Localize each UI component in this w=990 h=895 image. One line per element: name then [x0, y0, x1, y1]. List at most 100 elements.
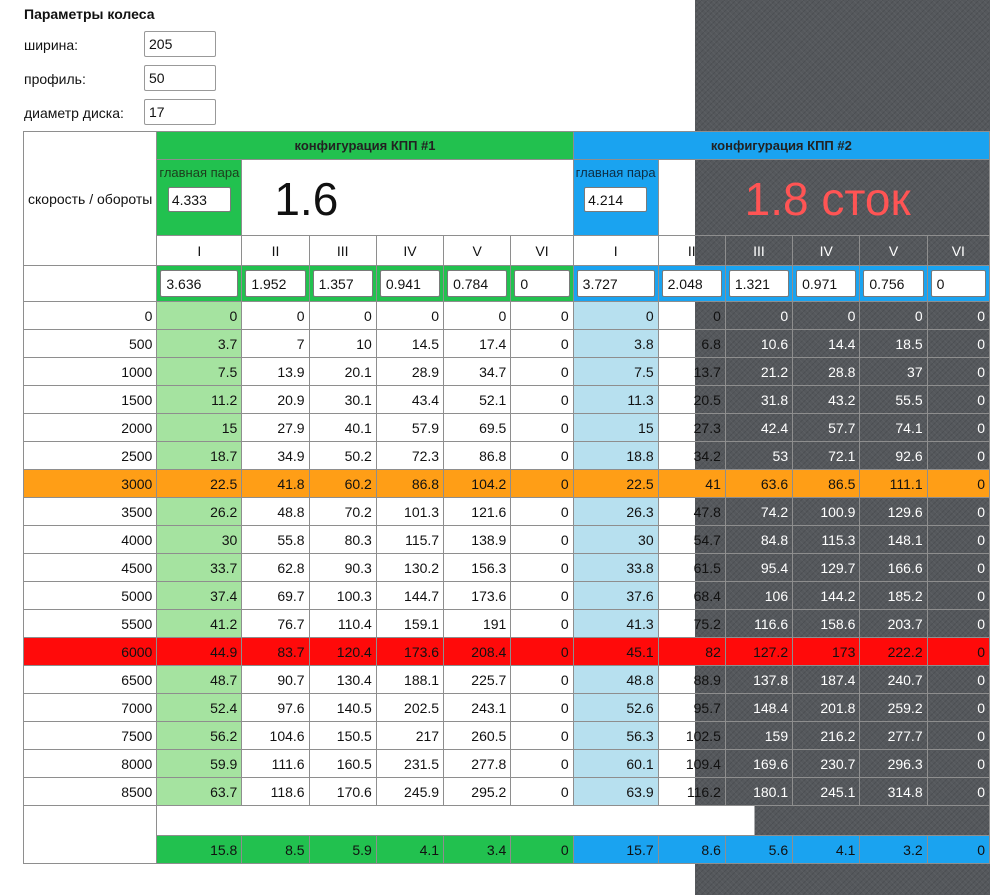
gear-ratio-input[interactable]	[245, 270, 306, 297]
gear-ratio-cell	[657, 265, 726, 302]
speed-cell: 222.2	[859, 637, 928, 666]
speed-cell: 59.9	[156, 749, 243, 778]
speed-cell: 7	[241, 329, 310, 358]
speed-cell: 80.3	[308, 525, 377, 554]
speed-cell: 0	[510, 777, 574, 806]
speed-cell: 74.1	[859, 413, 928, 442]
table-row: 7000 52.4 97.6 140.5 202.5 243.1 0 52.6 95.7 148.…	[22, 693, 990, 722]
speed-cell: 118.6	[241, 777, 310, 806]
speed-cell: 159	[724, 721, 794, 750]
speed-cell: 130.2	[375, 553, 445, 582]
blank-spacer	[156, 805, 990, 836]
rpm-cell: 4000	[22, 525, 158, 554]
gear-ratio-input[interactable]	[160, 270, 239, 297]
footer-cell: 8.6	[657, 835, 726, 864]
speed-cell: 0	[510, 665, 574, 694]
speed-cell: 63.6	[724, 469, 794, 498]
config2-main-pair-input[interactable]	[584, 187, 648, 212]
rpm-cell: 0	[22, 301, 158, 330]
speed-cell: 63.7	[156, 777, 243, 806]
speed-cell: 138.9	[443, 525, 512, 554]
table-row: 6500 48.7 90.7 130.4 188.1 225.7 0 48.8 88.9 137.…	[22, 665, 990, 694]
profile-input[interactable]	[144, 65, 216, 91]
gear-label: VI	[510, 235, 574, 266]
speed-cell: 158.6	[792, 609, 861, 638]
speed-cell: 13.9	[241, 357, 310, 386]
blank-row	[22, 805, 990, 864]
speed-cell: 0	[926, 497, 990, 526]
table-row: 3000 22.5 41.8 60.2 86.8 104.2 0 22.5 41 63.6 86.5…	[22, 469, 990, 498]
table-row: 500 3.7 7 10 14.5 17.4 0 3.8 6.8 10.6 14.4 18.5 0	[22, 329, 990, 358]
speed-cell: 0	[926, 553, 990, 582]
gear-ratio-input[interactable]	[863, 270, 924, 297]
profile-label: профиль:	[24, 71, 86, 87]
speed-cell: 48.7	[156, 665, 243, 694]
speed-cell: 42.4	[724, 413, 794, 442]
speed-cell: 30.1	[308, 385, 377, 414]
speed-cell: 13.7	[657, 357, 726, 386]
gear-ratio-input[interactable]	[514, 270, 570, 297]
gear-ratio-input[interactable]	[728, 270, 790, 297]
speed-cell: 33.7	[156, 553, 243, 582]
speed-cell: 0	[926, 469, 990, 498]
speed-cell: 0	[926, 749, 990, 778]
diameter-input[interactable]	[144, 99, 216, 125]
gear-ratio-input[interactable]	[930, 270, 986, 297]
speed-cell: 10.6	[724, 329, 794, 358]
speed-cell: 0	[510, 637, 574, 666]
speed-cell: 53	[724, 441, 794, 470]
speed-cell: 57.7	[792, 413, 861, 442]
gear-ratio-input[interactable]	[379, 270, 441, 297]
rpm-cell: 8500	[22, 777, 158, 806]
gear-ratio-cell	[926, 265, 990, 302]
speed-cell: 27.9	[241, 413, 310, 442]
config1-main-pair-input[interactable]	[167, 187, 231, 212]
gear-ratio-input[interactable]	[312, 270, 373, 297]
speed-cell: 22.5	[156, 469, 243, 498]
speed-cell: 60.1	[572, 749, 659, 778]
speed-cell: 101.3	[375, 497, 445, 526]
speed-cell: 62.8	[241, 553, 310, 582]
speed-cell: 69.7	[241, 581, 310, 610]
rpm-cell: 7000	[22, 693, 158, 722]
footer-cell: 8.5	[241, 835, 310, 864]
speed-cell: 314.8	[859, 777, 928, 806]
gear-ratio-input[interactable]	[576, 270, 655, 297]
speed-cell: 90.3	[308, 553, 377, 582]
speed-cell: 217	[375, 721, 445, 750]
rpm-cell: 2500	[22, 441, 158, 470]
speed-cell: 56.2	[156, 721, 243, 750]
gear-label: I	[156, 235, 243, 266]
speed-cell: 144.7	[375, 581, 445, 610]
speed-cell: 202.5	[375, 693, 445, 722]
width-input[interactable]	[144, 31, 216, 57]
speed-cell: 0	[572, 301, 659, 330]
speed-cell: 0	[375, 301, 445, 330]
speed-cell: 11.3	[572, 385, 659, 414]
speed-cell: 0	[510, 357, 574, 386]
gear-ratio-input[interactable]	[447, 270, 508, 297]
speed-cell: 10	[308, 329, 377, 358]
gear-ratio-cell	[443, 265, 512, 302]
footer-cell: 0	[926, 835, 990, 864]
table-row: 8000 59.9 111.6 160.5 231.5 277.8 0 60.1 109.4 16…	[22, 749, 990, 778]
diameter-row: диаметр диска:	[24, 99, 224, 127]
speed-cell: 95.4	[724, 553, 794, 582]
table-row: 8500 63.7 118.6 170.6 245.9 295.2 0 63.9 116.2 18…	[22, 777, 990, 806]
gear-ratio-input[interactable]	[661, 270, 722, 297]
speed-cell: 83.7	[241, 637, 310, 666]
speed-cell: 245.1	[792, 777, 861, 806]
speed-cell: 37.6	[572, 581, 659, 610]
speed-cell: 33.8	[572, 553, 659, 582]
speed-cell: 56.3	[572, 721, 659, 750]
speed-cell: 110.4	[308, 609, 377, 638]
gear-ratio-cell	[572, 265, 659, 302]
rpm-cell: 6500	[22, 665, 158, 694]
speed-cell: 109.4	[657, 749, 726, 778]
gear-ratio-cell	[792, 265, 861, 302]
gear-ratio-input[interactable]	[796, 270, 857, 297]
speed-cell: 0	[510, 441, 574, 470]
speed-cell: 43.2	[792, 385, 861, 414]
speed-cell: 68.4	[657, 581, 726, 610]
speed-cell: 20.5	[657, 385, 726, 414]
